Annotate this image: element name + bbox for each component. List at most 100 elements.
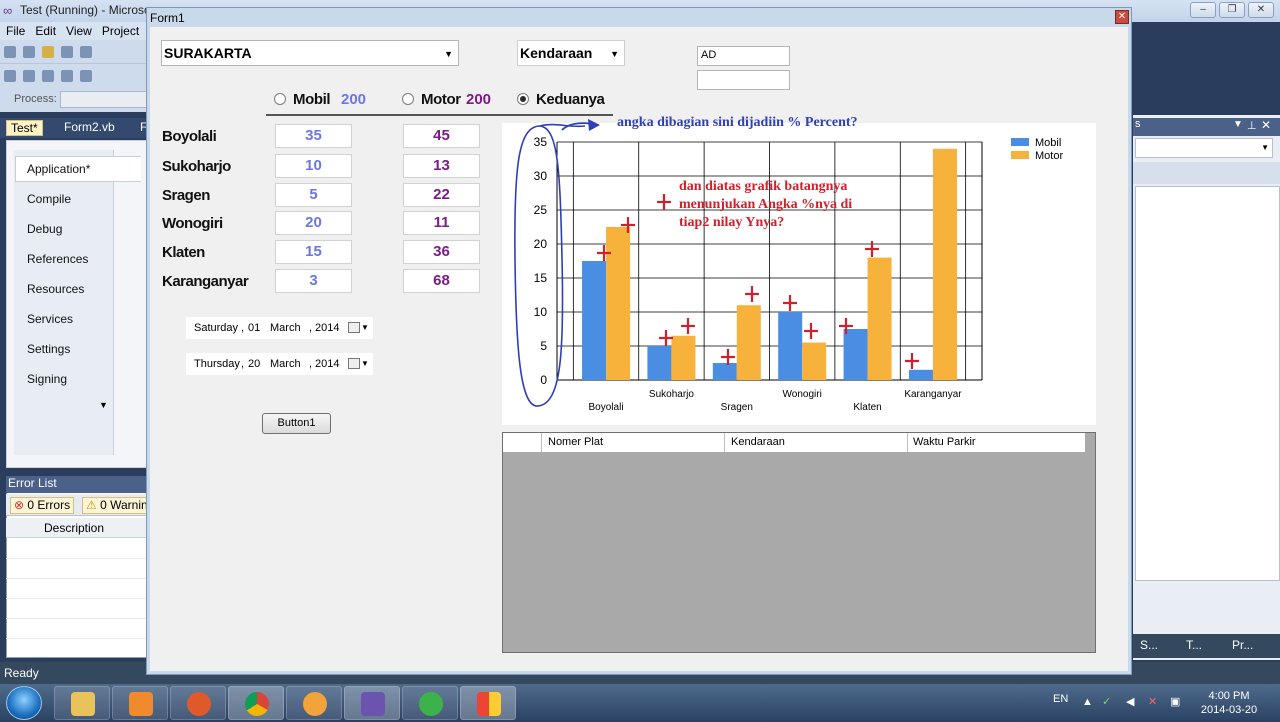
mobil-value[interactable]: 10 — [275, 154, 352, 178]
maximize-button[interactable]: ❐ — [1219, 2, 1245, 18]
motor-value[interactable]: 36 — [403, 240, 480, 264]
calendar-icon[interactable] — [348, 322, 360, 333]
panel-menu-icon[interactable]: ▼ — [1233, 119, 1243, 130]
radio-keduanya[interactable] — [517, 93, 529, 105]
motor-value[interactable]: 11 — [403, 211, 480, 235]
chevron-down-icon[interactable]: ▼ — [361, 359, 369, 368]
solution-explorer-title: s — [1133, 118, 1280, 136]
taskbar-explorer[interactable] — [54, 686, 110, 720]
close-window-button[interactable]: ✕ — [1248, 2, 1274, 18]
sidebar-item-resources[interactable]: Resources — [27, 282, 84, 296]
taskbar-firefox[interactable] — [170, 686, 226, 720]
date-month: March — [270, 322, 301, 334]
menu-view[interactable]: View — [66, 24, 92, 38]
step-icon[interactable] — [80, 70, 92, 82]
button1[interactable]: Button1 — [262, 413, 331, 434]
minimize-button[interactable]: – — [1190, 2, 1216, 18]
radio-mobil[interactable] — [274, 93, 286, 105]
language-indicator[interactable]: EN — [1053, 693, 1068, 705]
pause-icon[interactable] — [23, 70, 35, 82]
save-icon[interactable] — [61, 46, 73, 58]
taskbar-app-orange[interactable] — [286, 686, 342, 720]
date-day: Thursday — [194, 358, 240, 370]
city-label: Sragen — [162, 187, 210, 204]
save-all-icon[interactable] — [80, 46, 92, 58]
textbox-1[interactable]: AD — [697, 46, 790, 66]
textbox-2[interactable] — [697, 70, 790, 90]
sidebar-item-application[interactable]: Application* — [27, 162, 90, 176]
description-column-header[interactable]: Description — [44, 521, 104, 535]
radio-keduanya-label[interactable]: Keduanya — [536, 91, 605, 108]
column-header-kendaraan[interactable]: Kendaraan — [731, 436, 785, 448]
menu-file[interactable]: File — [6, 24, 25, 38]
pin-icon[interactable]: ⊥ — [1247, 119, 1257, 132]
volume-icon[interactable]: ◀ — [1126, 696, 1138, 708]
action-center-icon[interactable]: ▣ — [1170, 696, 1182, 708]
city-label: Klaten — [162, 244, 205, 261]
vehicle-combobox[interactable]: Kendaraan ▼ — [517, 40, 625, 66]
tab-test[interactable]: Test* — [6, 120, 43, 136]
network-icon[interactable]: ✓ — [1102, 696, 1114, 708]
chevron-down-icon[interactable]: ▼ — [610, 49, 619, 59]
city-combobox[interactable]: SURAKARTA ▼ — [161, 40, 459, 66]
continue-icon[interactable] — [4, 70, 16, 82]
mobil-value[interactable]: 15 — [275, 240, 352, 264]
tab-solution-explorer[interactable]: S... — [1140, 638, 1158, 652]
sidebar-item-settings[interactable]: Settings — [27, 342, 70, 356]
mobil-value[interactable]: 20 — [275, 211, 352, 235]
radio-motor[interactable] — [402, 93, 414, 105]
chevron-down-icon[interactable]: ▼ — [444, 49, 453, 59]
solution-combo[interactable]: ▼ — [1135, 138, 1273, 158]
taskbar-media-player[interactable] — [112, 686, 168, 720]
sidebar-item-compile[interactable]: Compile — [27, 192, 71, 206]
scroll-down-icon[interactable]: ▼ — [99, 400, 108, 410]
warnings-filter-button[interactable]: ⚠ 0 Warnin — [82, 497, 148, 514]
sidebar-item-debug[interactable]: Debug — [27, 222, 62, 236]
new-project-icon[interactable] — [4, 46, 16, 58]
sidebar-item-services[interactable]: Services — [27, 312, 73, 326]
menu-edit[interactable]: Edit — [35, 24, 56, 38]
city-label: Karanganyar — [162, 273, 249, 290]
parking-data-grid[interactable] — [502, 432, 1096, 653]
column-header-nomer-plat[interactable]: Nomer Plat — [548, 436, 603, 448]
sidebar-item-references[interactable]: References — [27, 252, 88, 266]
taskbar-chrome[interactable] — [228, 686, 284, 720]
tray-clock[interactable]: 4:00 PM 2014-03-20 — [1198, 689, 1260, 717]
visual-studio-icon — [361, 692, 385, 716]
menu-project[interactable]: Project — [102, 24, 139, 38]
app-icon — [303, 692, 327, 716]
motor-value[interactable]: 45 — [403, 124, 480, 148]
tab-team-explorer[interactable]: T... — [1186, 638, 1202, 652]
column-header-waktu-parkir[interactable]: Waktu Parkir — [913, 436, 976, 448]
restart-icon[interactable] — [61, 70, 73, 82]
tab-form2[interactable]: Form2.vb — [60, 120, 119, 136]
errors-filter-button[interactable]: ⊗ 0 Errors — [10, 497, 75, 514]
date-picker-end[interactable]: Thursday , 20 March , 2014 ▼ — [186, 353, 373, 375]
motor-value[interactable]: 13 — [403, 154, 480, 178]
taskbar-form-app[interactable] — [460, 686, 516, 720]
taskbar-app-green[interactable] — [402, 686, 458, 720]
add-item-icon[interactable] — [23, 46, 35, 58]
tab-properties[interactable]: Pr... — [1232, 638, 1253, 652]
motor-value[interactable]: 68 — [403, 269, 480, 293]
process-dropdown[interactable] — [60, 91, 148, 108]
form1-close-button[interactable]: ✕ — [1115, 10, 1129, 24]
chevron-down-icon[interactable]: ▼ — [361, 323, 369, 332]
network-error-icon[interactable]: ✕ — [1148, 696, 1160, 708]
solution-tree[interactable] — [1135, 186, 1280, 581]
calendar-icon[interactable] — [348, 358, 360, 369]
taskbar-visual-studio[interactable] — [344, 686, 400, 720]
mobil-value[interactable]: 3 — [275, 269, 352, 293]
start-button[interactable] — [6, 686, 42, 720]
show-hidden-icons-icon[interactable]: ▲ — [1082, 696, 1094, 708]
radio-mobil-label[interactable]: Mobil — [293, 91, 331, 108]
motor-value[interactable]: 22 — [403, 183, 480, 207]
stop-icon[interactable] — [42, 70, 54, 82]
sidebar-item-signing[interactable]: Signing — [27, 372, 67, 386]
open-folder-icon[interactable] — [42, 46, 54, 58]
radio-motor-label[interactable]: Motor — [421, 91, 461, 108]
mobil-value[interactable]: 35 — [275, 124, 352, 148]
mobil-value[interactable]: 5 — [275, 183, 352, 207]
close-panel-icon[interactable]: ✕ — [1261, 118, 1271, 132]
date-picker-start[interactable]: Saturday , 01 March , 2014 ▼ — [186, 317, 373, 339]
